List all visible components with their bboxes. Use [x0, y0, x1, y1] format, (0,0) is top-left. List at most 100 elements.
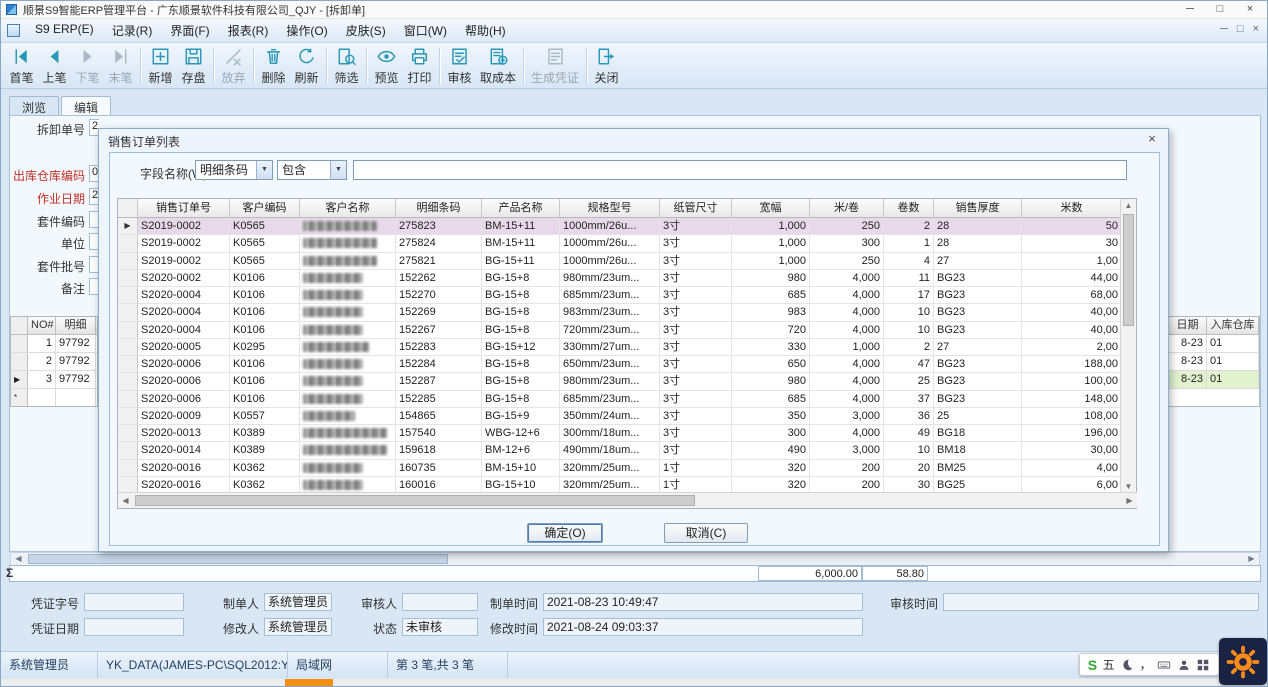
toolbar-button-prev[interactable]: 上笔 — [38, 44, 71, 88]
footer-field[interactable]: 系统管理员 — [264, 618, 332, 636]
toolbar-button-print[interactable]: 打印 — [403, 44, 436, 88]
record-row[interactable]: * — [11, 389, 97, 407]
child-minimize-icon[interactable]: ─ — [1220, 23, 1228, 35]
column-header[interactable]: NO# — [28, 317, 56, 334]
toolbar-button-del[interactable]: 删除 — [257, 44, 290, 88]
sogou-logo-icon[interactable]: S — [1088, 657, 1097, 673]
field-name-select[interactable]: 明细条码 ▼ — [195, 160, 273, 180]
grid-column-header[interactable]: 客户编码 — [230, 199, 300, 218]
close-icon[interactable]: × — [1235, 1, 1265, 19]
toolbar-button-refresh[interactable]: 刷新 — [290, 44, 323, 88]
record-row[interactable]: 297792 — [11, 353, 97, 371]
column-header[interactable]: 明细 — [56, 317, 96, 334]
tab-edit[interactable]: 编辑 — [61, 96, 111, 115]
taskbar-item[interactable] — [285, 679, 333, 687]
footer-field[interactable] — [943, 593, 1259, 611]
grid-column-header[interactable]: 宽幅 — [732, 199, 810, 218]
grid-column-header[interactable]: 明细条码 — [396, 199, 482, 218]
maximize-icon[interactable]: □ — [1205, 1, 1235, 19]
record-row[interactable]: 8-2301 — [1169, 335, 1259, 353]
grid-column-header[interactable]: 米数 — [1022, 199, 1121, 218]
scroll-left-icon[interactable]: ◀ — [118, 496, 133, 505]
sales-order-row[interactable]: S2020-0009K0557154865BG-15+9350mm/24um..… — [118, 408, 1121, 425]
toolbar-button-first[interactable]: 首笔 — [5, 44, 38, 88]
footer-field[interactable]: 未审核 — [402, 618, 478, 636]
chevron-down-icon[interactable]: ▼ — [330, 161, 346, 179]
grid-column-header[interactable]: 规格型号 — [560, 199, 660, 218]
sales-order-row[interactable]: S2020-0016K0362160735BM-15+10320mm/25um.… — [118, 460, 1121, 477]
toolbar-button-discard[interactable]: 放弃 — [217, 44, 250, 88]
grid-column-header[interactable]: 米/卷 — [810, 199, 884, 218]
footer-field[interactable] — [84, 593, 184, 611]
column-header[interactable]: 日期 — [1169, 317, 1207, 334]
toolbar-button-filter[interactable]: 筛选 — [330, 44, 363, 88]
sales-order-row[interactable]: S2020-0006K0106152284BG-15+8650mm/23um..… — [118, 356, 1121, 373]
scroll-thumb[interactable] — [135, 495, 695, 506]
footer-field[interactable]: 2021-08-23 10:49:47 — [543, 593, 863, 611]
toolbar-button-cost[interactable]: 取成本 — [476, 44, 520, 88]
footer-field[interactable] — [402, 593, 478, 611]
menu-item[interactable]: 界面(F) — [161, 19, 218, 42]
menu-item[interactable]: 窗口(W) — [395, 19, 456, 42]
sales-order-row[interactable]: S2020-0005K0295152283BG-15+12330mm/27um.… — [118, 339, 1121, 356]
toolbar-button-preview[interactable]: 预览 — [370, 44, 403, 88]
scroll-up-icon[interactable]: ▲ — [1121, 201, 1136, 210]
toolbar-button-last[interactable]: 末笔 — [104, 44, 137, 88]
grid-horizontal-scrollbar[interactable]: ◀ ▶ — [118, 492, 1137, 508]
sales-order-row[interactable]: S2020-0006K0106152285BG-15+8685mm/23um..… — [118, 391, 1121, 408]
main-horizontal-scrollbar[interactable]: ◀ ▶ — [10, 552, 1260, 566]
sales-order-row[interactable]: S2020-0004K0106152270BG-15+8685mm/23um..… — [118, 287, 1121, 304]
grid-icon[interactable] — [1196, 658, 1210, 672]
record-row[interactable]: ▶397792 — [11, 371, 97, 389]
toolbar-button-save[interactable]: 存盘 — [177, 44, 210, 88]
footer-field[interactable]: 2021-08-24 09:03:37 — [543, 618, 863, 636]
record-row[interactable]: 8-2301 — [1169, 353, 1259, 371]
toolbar-button-exit[interactable]: 关闭 — [590, 44, 623, 88]
toolbar-button-add[interactable]: 新增 — [144, 44, 177, 88]
menu-item[interactable]: 皮肤(S) — [337, 19, 395, 42]
child-restore-icon[interactable]: □ — [1237, 23, 1244, 35]
punctuation-icon[interactable]: ， — [1140, 656, 1152, 673]
grid-column-header[interactable]: 纸管尺寸 — [660, 199, 732, 218]
scroll-right-icon[interactable]: ▶ — [1244, 553, 1259, 565]
footer-field[interactable]: 系统管理员 — [264, 593, 332, 611]
toolbar-button-audit[interactable]: 审核 — [443, 44, 476, 88]
scroll-left-icon[interactable]: ◀ — [11, 553, 26, 565]
ime-mode-icon[interactable]: 五 — [1103, 656, 1115, 673]
menu-item[interactable]: 帮助(H) — [456, 19, 515, 42]
erp-logo-badge[interactable] — [1219, 638, 1267, 685]
sales-order-row[interactable]: S2019-0002K0565275824BM-15+111000mm/26u.… — [118, 235, 1121, 252]
sales-order-row[interactable]: S2020-0002K0106152262BG-15+8980mm/23um..… — [118, 270, 1121, 287]
scroll-down-icon[interactable]: ▼ — [1121, 482, 1136, 491]
search-input[interactable] — [353, 160, 1127, 180]
grid-column-header[interactable]: 产品名称 — [482, 199, 560, 218]
menu-item[interactable]: 记录(R) — [103, 19, 162, 42]
keyboard-icon[interactable] — [1157, 658, 1171, 672]
chevron-down-icon[interactable]: ▼ — [256, 161, 272, 179]
sales-order-row[interactable]: S2020-0013K0389157540WBG-12+6300mm/18um.… — [118, 425, 1121, 442]
footer-field[interactable] — [84, 618, 184, 636]
grid-column-header[interactable]: 卷数 — [884, 199, 934, 218]
grid-column-header[interactable]: 销售订单号 — [138, 199, 230, 218]
sales-order-row[interactable]: S2019-0002K0565275821BG-15+111000mm/26u.… — [118, 253, 1121, 270]
scroll-right-icon[interactable]: ▶ — [1122, 496, 1137, 505]
moon-icon[interactable] — [1120, 658, 1134, 672]
grid-vertical-scrollbar[interactable]: ▲ ▼ — [1120, 199, 1136, 493]
toolbar-button-next[interactable]: 下笔 — [71, 44, 104, 88]
record-row[interactable]: 8-2301 — [1169, 371, 1259, 389]
menu-item[interactable]: 操作(O) — [277, 19, 336, 42]
grid-column-header[interactable]: 客户名称 — [300, 199, 396, 218]
sales-order-row[interactable]: S2020-0006K0106152287BG-15+8980mm/23um..… — [118, 373, 1121, 390]
sales-order-row[interactable]: S2020-0016K0362160016BG-15+10320mm/25um.… — [118, 477, 1121, 493]
record-row[interactable]: 197792 — [11, 335, 97, 353]
menu-item[interactable]: 报表(R) — [219, 19, 278, 42]
grid-column-header[interactable]: 销售厚度 — [934, 199, 1022, 218]
operator-select[interactable]: 包含 ▼ — [277, 160, 347, 180]
sales-order-row[interactable]: S2020-0004K0106152269BG-15+8983mm/23um..… — [118, 304, 1121, 321]
sales-order-row[interactable]: S2020-0014K0389159618BM-12+6490mm/18um..… — [118, 442, 1121, 459]
column-header[interactable]: 入库仓库 — [1207, 317, 1259, 334]
scroll-thumb[interactable] — [1123, 214, 1134, 326]
child-close-icon[interactable]: × — [1253, 23, 1259, 35]
sales-order-row[interactable]: S2020-0004K0106152267BG-15+8720mm/23um..… — [118, 322, 1121, 339]
dialog-close-icon[interactable]: × — [1145, 131, 1159, 146]
